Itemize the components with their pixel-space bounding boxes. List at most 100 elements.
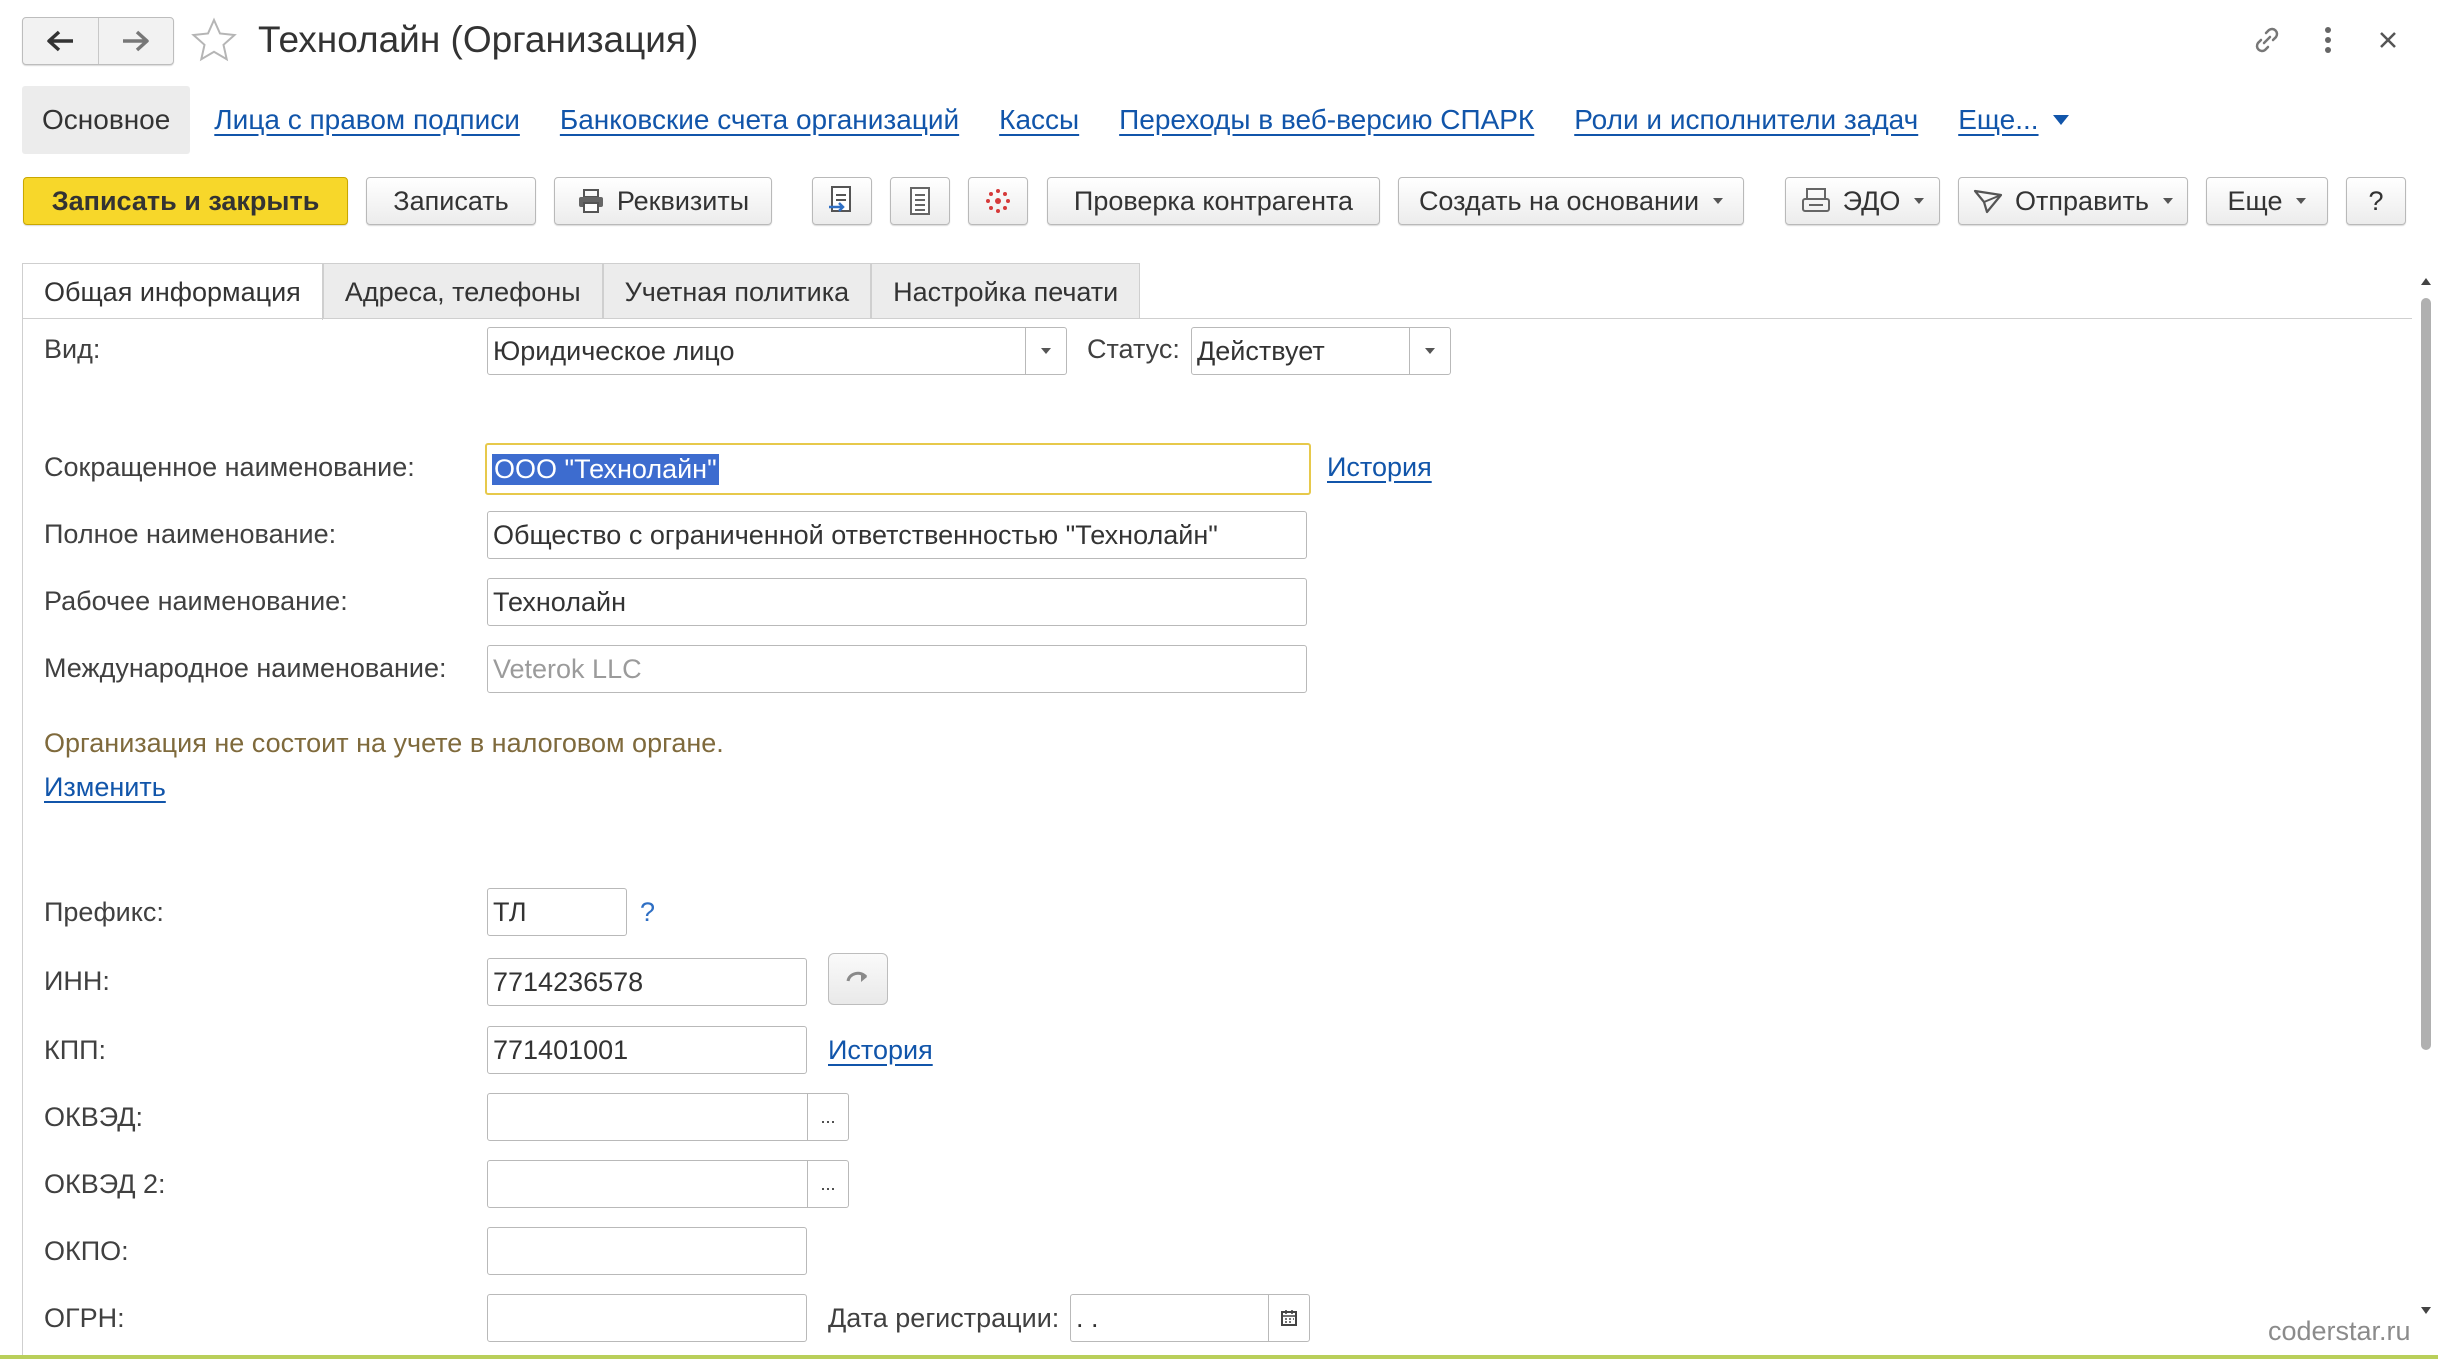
document-transfer-icon — [829, 186, 851, 212]
back-button[interactable] — [23, 18, 98, 64]
reg-date-value: . . — [1076, 1302, 1099, 1333]
edo-button[interactable]: ЭДО — [1785, 177, 1940, 225]
section-nav: Основное Лица с правом подписи Банковски… — [22, 86, 2069, 154]
work-name-input[interactable]: Технолайн — [487, 578, 1307, 626]
kpp-label: КПП: — [44, 1035, 107, 1065]
refresh-icon — [846, 971, 868, 982]
chevron-down-icon — [2162, 198, 2173, 204]
chevron-down-icon — [1914, 198, 1925, 204]
intl-name-label: Международное наименование: — [44, 653, 447, 683]
prefix-input[interactable]: ТЛ — [487, 888, 627, 936]
tab-addresses[interactable]: Адреса, телефоны — [322, 263, 603, 319]
full-name-input[interactable]: Общество с ограниченной ответственностью… — [487, 511, 1307, 559]
nav-main[interactable]: Основное — [22, 86, 191, 154]
inn-label: ИНН: — [44, 966, 110, 996]
structure-button[interactable] — [968, 177, 1028, 225]
send-label: Отправить — [2015, 185, 2149, 216]
nav-more[interactable]: Еще... — [1958, 104, 2069, 136]
save-and-close-button[interactable]: Записать и закрыть — [23, 177, 348, 225]
tab-accounting-policy[interactable]: Учетная политика — [602, 263, 872, 319]
list-icon — [910, 187, 930, 215]
okved-label: ОКВЭД: — [44, 1102, 144, 1132]
scrollbar-thumb[interactable] — [2421, 298, 2431, 1050]
chevron-down-icon — [1713, 198, 1724, 204]
vid-select[interactable]: Юридическое лицо — [487, 327, 1067, 375]
change-link[interactable]: Изменить — [44, 772, 166, 803]
okved2-select-button[interactable]: ... — [807, 1161, 848, 1207]
vid-dropdown-button[interactable] — [1025, 328, 1066, 374]
nav-spark-web[interactable]: Переходы в веб-версию СПАРК — [1119, 104, 1534, 136]
create-based-on-label: Создать на основании — [1418, 185, 1700, 216]
vertical-scrollbar[interactable] — [2418, 278, 2434, 1330]
tab-general[interactable]: Общая информация — [22, 263, 323, 320]
okpo-input[interactable] — [487, 1227, 807, 1275]
requisites-label: Реквизиты — [616, 185, 750, 216]
short-name-input[interactable]: ООО "Технолайн" — [485, 443, 1311, 495]
check-counterparty-button[interactable]: Проверка контрагента — [1047, 177, 1380, 225]
inn-input[interactable]: 7714236578 — [487, 958, 807, 1006]
chevron-down-icon — [1041, 348, 1051, 354]
more-vertical-icon — [2325, 27, 2331, 53]
kpp-input[interactable]: 771401001 — [487, 1026, 807, 1074]
status-label: Статус: — [1087, 334, 1180, 364]
document-transfer-button[interactable] — [812, 177, 872, 225]
full-name-label: Полное наименование: — [44, 519, 337, 549]
okved-select-button[interactable]: ... — [807, 1094, 848, 1140]
okpo-label: ОКПО: — [44, 1236, 129, 1266]
calendar-icon — [1281, 1310, 1297, 1326]
okved2-label: ОКВЭД 2: — [44, 1169, 166, 1199]
status-dropdown-button[interactable] — [1409, 328, 1450, 374]
short-name-history-link[interactable]: История — [1327, 452, 1432, 483]
more-button[interactable]: Еще — [2206, 177, 2328, 225]
nav-bank-accounts[interactable]: Банковские счета организаций — [560, 104, 959, 136]
form-tabs: Общая информация Адреса, телефоны Учетна… — [22, 263, 1141, 320]
status-value: Действует — [1197, 335, 1325, 366]
ogrn-label: ОГРН: — [44, 1303, 125, 1333]
kpp-history-link[interactable]: История — [828, 1035, 933, 1066]
vid-label: Вид: — [44, 334, 101, 364]
nav-cash-desks[interactable]: Кассы — [999, 104, 1079, 136]
calendar-button[interactable] — [1268, 1295, 1309, 1341]
status-strip — [0, 1355, 2438, 1359]
send-button[interactable]: Отправить — [1958, 177, 2188, 225]
create-based-on-button[interactable]: Создать на основании — [1398, 177, 1744, 225]
link-icon — [2255, 27, 2279, 53]
fill-by-inn-button[interactable] — [828, 953, 888, 1005]
close-button[interactable] — [2368, 20, 2408, 60]
nav-signers[interactable]: Лица с правом подписи — [214, 104, 520, 136]
close-icon — [2380, 32, 2396, 48]
scroll-up-icon[interactable] — [2420, 276, 2432, 286]
short-name-label: Сокращенное наименование: — [44, 452, 415, 482]
more-actions-button[interactable] — [2308, 20, 2348, 60]
chevron-down-icon — [1425, 348, 1435, 354]
window-title: Технолайн (Организация) — [258, 19, 699, 60]
okved-input[interactable]: ... — [487, 1093, 849, 1141]
chevron-down-icon — [2052, 115, 2069, 125]
history-nav-group — [22, 17, 174, 65]
requisites-button[interactable]: Реквизиты — [554, 177, 772, 225]
favorite-button[interactable] — [190, 16, 238, 64]
printer-icon — [577, 188, 605, 214]
scroll-down-icon[interactable] — [2420, 1306, 2432, 1316]
short-name-value: ООО "Технолайн" — [492, 453, 719, 485]
tab-print-settings[interactable]: Настройка печати — [871, 263, 1141, 319]
work-name-label: Рабочее наименование: — [44, 586, 348, 616]
list-button[interactable] — [890, 177, 950, 225]
vid-value: Юридическое лицо — [493, 335, 735, 366]
link-button[interactable] — [2247, 20, 2287, 60]
status-select[interactable]: Действует — [1191, 327, 1451, 375]
tax-registration-note: Организация не состоит на учете в налого… — [44, 728, 724, 758]
nav-roles[interactable]: Роли и исполнители задач — [1574, 104, 1918, 136]
okved2-input[interactable]: ... — [487, 1160, 849, 1208]
watermark: coderstar.ru — [2268, 1316, 2411, 1346]
forward-button[interactable] — [97, 18, 174, 64]
save-button[interactable]: Записать — [366, 177, 536, 225]
prefix-help-link[interactable]: ? — [640, 897, 655, 928]
help-button[interactable]: ? — [2346, 177, 2406, 225]
ogrn-input[interactable] — [487, 1294, 807, 1342]
arrow-left-icon — [47, 30, 74, 52]
reg-date-input[interactable]: . . — [1070, 1294, 1310, 1342]
intl-name-input[interactable]: Veterok LLC — [487, 645, 1307, 693]
arrow-right-icon — [122, 30, 149, 52]
edo-icon — [1801, 187, 1831, 215]
